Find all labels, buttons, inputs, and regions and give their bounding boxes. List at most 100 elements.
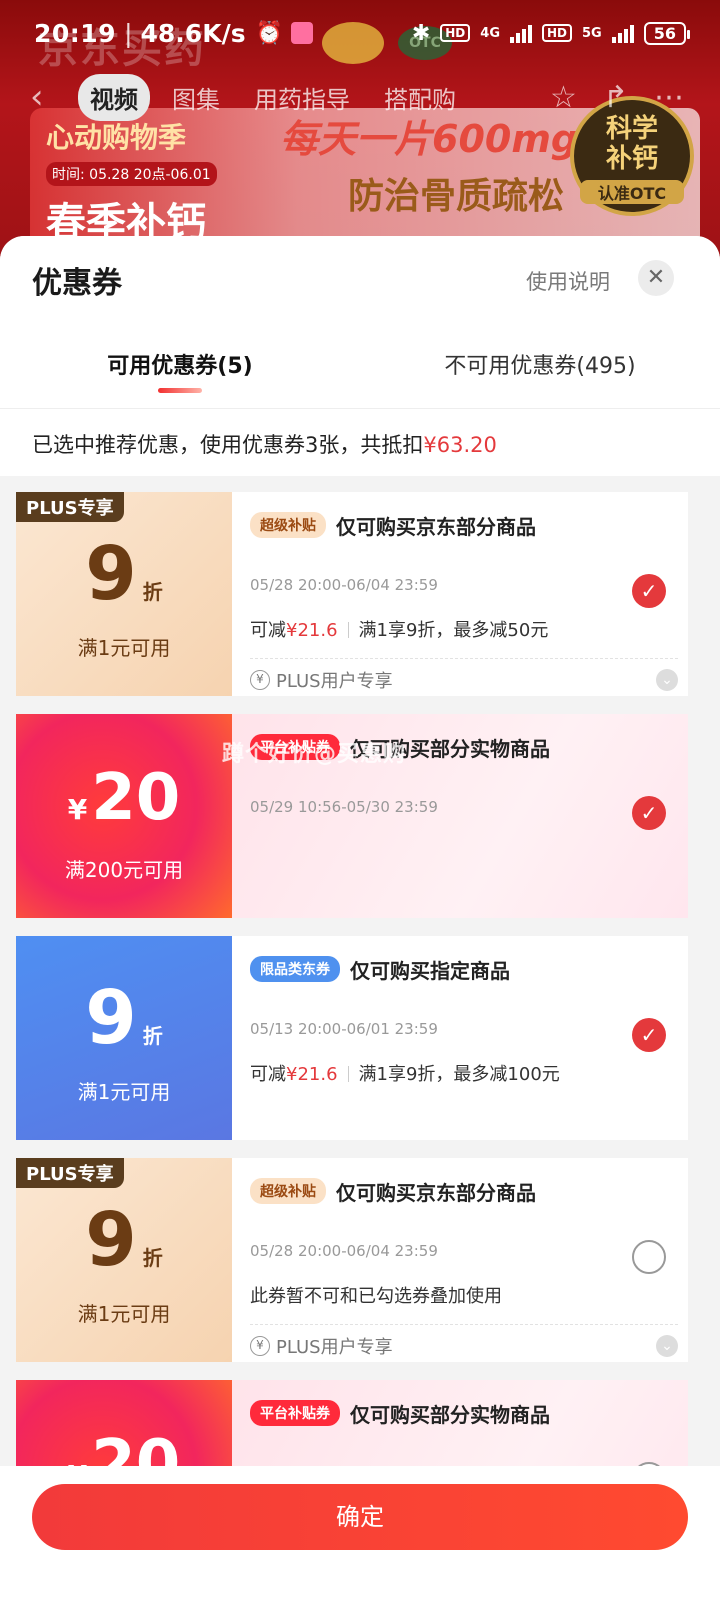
coupon-condition: 满1元可用 xyxy=(77,1302,171,1326)
coupon-value-panel: PLUS专享 9折 满1元可用 xyxy=(16,492,232,696)
coupon-footnote: ¥ PLUS用户专享 ⌄ xyxy=(250,658,678,693)
savings-rule: 满1享9折，最多减50元 xyxy=(358,620,549,641)
coupon-type-tag: 限品类东券 xyxy=(250,956,340,982)
coupon-title: 仅可购买京东部分商品 xyxy=(336,514,536,539)
coupon-details: 超级补贴 仅可购买京东部分商品 05/28 20:00-06/04 23:59 … xyxy=(232,492,688,696)
coupon-tabs: 可用优惠券(5) 不可用优惠券(495) xyxy=(0,344,720,408)
savings-rule: 满1享9折，最多减100元 xyxy=(358,1064,560,1085)
coupon-savings: 可减¥21.6 满1享9折，最多减50元 xyxy=(250,616,548,642)
coupon-title: 仅可购买指定商品 xyxy=(350,958,510,983)
coupon-footnote: ¥ PLUS用户专享 ⌄ xyxy=(250,1324,678,1359)
coupon-type-tag: 平台补贴券 xyxy=(250,1400,340,1426)
divider xyxy=(347,1066,349,1082)
coupon-amount: 9折 xyxy=(16,532,232,616)
signal-icon xyxy=(510,23,532,43)
coupon-card[interactable]: PLUS专享 9折 满1元可用 超级补贴 仅可购买京东部分商品 05/28 20… xyxy=(16,1158,688,1362)
coupon-type-tag: 超级补贴 xyxy=(250,1178,326,1204)
coupon-title-row: 平台补贴券 仅可购买部分实物商品 xyxy=(250,1398,670,1428)
discount-unit: 折 xyxy=(142,580,163,604)
alarm-icon: ⏰ xyxy=(255,20,283,46)
badge-line-3: 认准OTC xyxy=(580,180,684,204)
product-headline: 每天一片600mg钙 防治骨质疏松 xyxy=(280,108,616,219)
unchecked-circle-icon[interactable] xyxy=(632,1240,666,1274)
discount-value: 9 xyxy=(85,975,137,1061)
share-icon[interactable]: ↱ xyxy=(603,80,628,115)
coupon-title-row: 限品类东券 仅可购买指定商品 xyxy=(250,954,670,984)
coupon-condition: 满1元可用 xyxy=(77,636,171,660)
back-icon[interactable]: ‹ xyxy=(30,77,70,117)
selection-summary: 已选中推荐优惠，使用优惠券3张，共抵扣¥63.20 xyxy=(0,408,720,476)
coupon-condition: 满1元可用 xyxy=(77,1080,171,1104)
coupon-title: 仅可购买部分实物商品 xyxy=(350,1402,550,1427)
status-icons: ✱ HD 4G HD 5G 56 xyxy=(411,20,691,46)
usage-instructions-link[interactable]: 使用说明 xyxy=(526,266,610,296)
nav-tab-combo[interactable]: 搭配购 xyxy=(372,74,468,121)
coupon-amount: 9折 xyxy=(16,976,232,1060)
coupon-amount: 9折 xyxy=(16,1198,232,1282)
nav-tab-guide[interactable]: 用药指导 xyxy=(242,74,362,121)
coupon-title: 仅可购买京东部分商品 xyxy=(336,1180,536,1205)
confirm-button[interactable]: 确定 xyxy=(32,1484,688,1550)
status-time: 20:19 xyxy=(34,18,117,48)
coupon-details: 超级补贴 仅可购买京东部分商品 05/28 20:00-06/04 23:59 … xyxy=(232,1158,688,1362)
checked-icon[interactable]: ✓ xyxy=(632,796,666,830)
coupon-card[interactable]: 9折 满1元可用 限品类东券 仅可购买指定商品 05/13 20:00-06/0… xyxy=(16,936,688,1140)
nav-tab-gallery[interactable]: 图集 xyxy=(160,74,232,121)
bottom-action-bar: 确定 xyxy=(0,1466,720,1600)
savings-amount: ¥21.6 xyxy=(286,1064,338,1085)
chevron-down-icon[interactable]: ⌄ xyxy=(656,669,678,691)
top-nav: ‹ 视频 图集 用药指导 搭配购 ☆ ↱ ⋯ xyxy=(0,72,720,122)
bluetooth-icon: ✱ xyxy=(411,20,431,46)
coupon-card[interactable]: ¥20 满200元可用 平台补贴券 仅可购买部分实物商品 05/29 10:56… xyxy=(16,714,688,918)
hd-icon: HD xyxy=(440,24,471,42)
signal-icon-2 xyxy=(611,23,634,43)
plus-exclusive-tag: PLUS专享 xyxy=(16,1158,124,1188)
coupon-card[interactable]: PLUS专享 9折 满1元可用 超级补贴 仅可购买京东部分商品 05/28 20… xyxy=(16,492,688,696)
network-type-2: 5G xyxy=(582,25,602,41)
coupon-value-panel: PLUS专享 9折 满1元可用 xyxy=(16,1158,232,1362)
status-separator: | xyxy=(124,18,133,48)
tab-unavailable[interactable]: 不可用优惠券(495) xyxy=(360,344,720,408)
plus-exclusive-tag: PLUS专享 xyxy=(16,492,124,522)
coupon-type-tag: 超级补贴 xyxy=(250,512,326,538)
badge-line-2: 补钙 xyxy=(605,144,658,174)
divider xyxy=(347,622,349,638)
close-icon[interactable]: ✕ xyxy=(638,260,674,296)
chevron-down-icon[interactable]: ⌄ xyxy=(656,1335,678,1357)
tab-available-label: 可用优惠券(5) xyxy=(107,354,253,379)
checked-icon[interactable]: ✓ xyxy=(632,1018,666,1052)
discount-unit: 折 xyxy=(142,1024,163,1048)
hd-icon-2: HD xyxy=(542,24,573,42)
coupon-savings: 可减¥21.6 满1享9折，最多减100元 xyxy=(250,1060,560,1086)
product-page-background: 京东买药 OTC 20:19 | 48.6K/s ⏰ ✱ HD 4G HD 5G… xyxy=(0,0,720,260)
summary-text: 已选中推荐优惠，使用优惠券3张，共抵扣 xyxy=(32,433,424,457)
nav-actions: ☆ ↱ ⋯ xyxy=(550,80,684,115)
watermark-text: 蹲个好价@买惠购 xyxy=(222,742,407,767)
coupon-value-panel: ¥20 满200元可用 xyxy=(16,714,232,918)
checked-icon[interactable]: ✓ xyxy=(632,574,666,608)
coupon-value-panel: 9折 满1元可用 xyxy=(16,936,232,1140)
footnote-text: PLUS用户专享 xyxy=(276,1337,393,1358)
coupon-list: PLUS专享 9折 满1元可用 超级补贴 仅可购买京东部分商品 05/28 20… xyxy=(0,476,720,1584)
nav-tabs: 视频 图集 用药指导 搭配购 xyxy=(78,73,468,121)
summary-amount: ¥63.20 xyxy=(423,433,497,457)
more-icon[interactable]: ⋯ xyxy=(654,80,684,115)
coupon-amount: ¥20 xyxy=(16,756,232,840)
battery-indicator: 56 xyxy=(643,21,691,45)
coupon-title-row: 超级补贴 仅可购买京东部分商品 xyxy=(250,1176,670,1206)
coupon-validity: 05/28 20:00-06/04 23:59 xyxy=(250,1242,438,1260)
yen-coin-icon: ¥ xyxy=(250,670,270,690)
nav-tab-video[interactable]: 视频 xyxy=(78,73,150,121)
promo-block: 心动购物季 时间: 05.28 20点-06.01 春季补钙 xyxy=(46,116,236,248)
sheet-header: 优惠券 使用说明 ✕ 可用优惠券(5) 不可用优惠券(495) xyxy=(0,236,720,408)
savings-prefix: 可减 xyxy=(250,1064,286,1085)
discount-value: 9 xyxy=(85,1197,137,1283)
savings-prefix: 可减 xyxy=(250,620,286,641)
tab-underline xyxy=(158,388,202,393)
tab-unavailable-label: 不可用优惠券(495) xyxy=(444,354,636,379)
coupon-validity: 05/13 20:00-06/01 23:59 xyxy=(250,1020,438,1038)
tab-available[interactable]: 可用优惠券(5) xyxy=(0,344,360,408)
app-notification-icon xyxy=(291,22,313,44)
favorite-icon[interactable]: ☆ xyxy=(550,80,577,115)
network-type-1: 4G xyxy=(480,25,500,41)
